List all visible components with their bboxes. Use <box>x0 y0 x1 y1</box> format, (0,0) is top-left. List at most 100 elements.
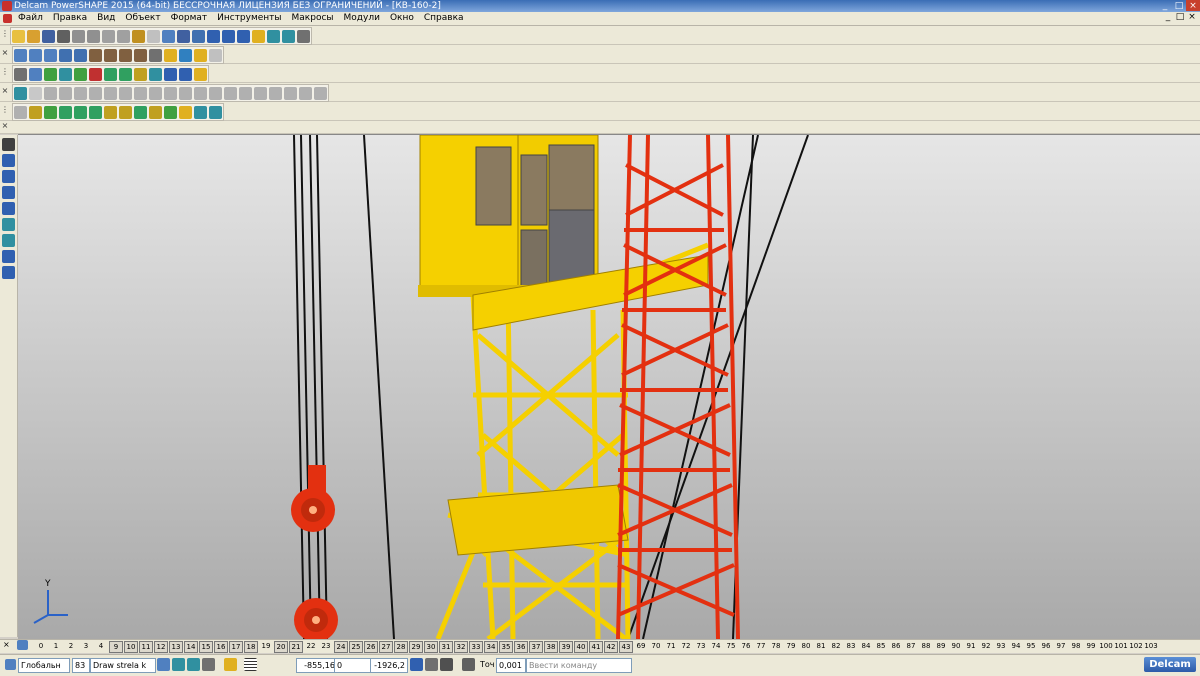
level-73[interactable]: 73 <box>694 641 708 653</box>
surf-cone-icon[interactable] <box>104 105 117 119</box>
wireframe-icon[interactable] <box>179 48 192 62</box>
level-36[interactable]: 36 <box>514 641 528 653</box>
level-71[interactable]: 71 <box>664 641 678 653</box>
wizard-icon[interactable] <box>14 86 27 100</box>
tools-icon[interactable] <box>297 29 310 43</box>
close-toolbar-icon[interactable]: × <box>1 121 9 133</box>
level-80[interactable]: 80 <box>799 641 813 653</box>
solid-box-icon[interactable] <box>44 86 57 100</box>
layer-icon[interactable] <box>202 658 215 671</box>
surf-torus-icon[interactable] <box>134 105 147 119</box>
arc-icon[interactable] <box>2 186 15 199</box>
level-20[interactable]: 20 <box>274 641 288 653</box>
close-toolbar-icon[interactable]: × <box>1 86 9 98</box>
level-77[interactable]: 77 <box>754 641 768 653</box>
solid-tree-icon[interactable] <box>269 86 282 100</box>
surf-curve-icon[interactable] <box>29 105 42 119</box>
zoom-in-icon[interactable] <box>89 48 102 62</box>
solid-bool3-icon[interactable] <box>179 86 192 100</box>
level-18[interactable]: 18 <box>244 641 258 653</box>
line-icon[interactable] <box>192 29 205 43</box>
level-41[interactable]: 41 <box>589 641 603 653</box>
level-32[interactable]: 32 <box>454 641 468 653</box>
solid-sel-icon[interactable] <box>74 86 87 100</box>
level-9[interactable]: 9 <box>109 641 123 653</box>
level-81[interactable]: 81 <box>814 641 828 653</box>
level-75[interactable]: 75 <box>724 641 738 653</box>
tools-icon[interactable] <box>224 658 237 671</box>
circle-icon[interactable] <box>207 29 220 43</box>
green-ball-icon[interactable] <box>74 67 87 81</box>
level-97[interactable]: 97 <box>1054 641 1068 653</box>
view-iso-icon[interactable] <box>44 48 57 62</box>
app-icon[interactable] <box>2 1 12 11</box>
calculator-icon[interactable] <box>14 67 27 81</box>
surface-tool-icon[interactable] <box>2 218 15 231</box>
new-icon[interactable] <box>12 29 25 43</box>
snap-icon[interactable] <box>157 658 170 671</box>
levels-icon[interactable] <box>17 640 28 650</box>
graphics-viewport[interactable]: Y <box>18 134 1200 639</box>
level-100[interactable]: 100 <box>1099 641 1113 653</box>
cut-icon[interactable] <box>72 29 85 43</box>
crane-model-render[interactable]: Y <box>18 135 1200 639</box>
level-34[interactable]: 34 <box>484 641 498 653</box>
grid-icon[interactable] <box>244 658 257 671</box>
level-23[interactable]: 23 <box>319 641 333 653</box>
level-90[interactable]: 90 <box>949 641 963 653</box>
tolerance-field[interactable]: 0,001 <box>496 658 526 673</box>
info-icon[interactable] <box>164 67 177 81</box>
level-69[interactable]: 69 <box>634 641 648 653</box>
coord-z-field[interactable]: -1926,2 <box>370 658 408 673</box>
solid-bool1-icon[interactable] <box>149 86 162 100</box>
table-icon[interactable] <box>410 658 423 671</box>
sphere-icon[interactable] <box>59 67 72 81</box>
level-21[interactable]: 21 <box>289 641 303 653</box>
solid-feat1-icon[interactable] <box>284 86 297 100</box>
level-10[interactable]: 10 <box>124 641 138 653</box>
view-top-icon[interactable] <box>14 48 27 62</box>
grid-snap-icon[interactable] <box>172 658 185 671</box>
surf-blend-icon[interactable] <box>179 105 192 119</box>
red-ball-icon[interactable] <box>89 67 102 81</box>
level-19[interactable]: 19 <box>259 641 273 653</box>
level-39[interactable]: 39 <box>559 641 573 653</box>
mesh-icon[interactable] <box>282 29 295 43</box>
zoom-all-icon[interactable] <box>134 48 147 62</box>
workplane-icon[interactable] <box>462 658 475 671</box>
close-toolbar-icon[interactable]: × <box>3 640 16 653</box>
minimize-button[interactable]: _ <box>1158 0 1172 11</box>
menu-file[interactable]: Файл <box>13 12 48 25</box>
play-icon[interactable] <box>104 67 117 81</box>
surf-power-icon[interactable] <box>164 105 177 119</box>
level-27[interactable]: 27 <box>379 641 393 653</box>
surface-icon[interactable] <box>252 29 265 43</box>
cube-icon[interactable] <box>134 67 147 81</box>
level-91[interactable]: 91 <box>964 641 978 653</box>
redo-icon[interactable] <box>147 29 160 43</box>
level-42[interactable]: 42 <box>604 641 618 653</box>
surf-disc-icon[interactable] <box>89 105 102 119</box>
wire-select-icon[interactable] <box>2 154 15 167</box>
undo-icon[interactable] <box>132 29 145 43</box>
surf-sphere-icon[interactable] <box>119 105 132 119</box>
coord-x-field[interactable]: -855,16 <box>296 658 338 673</box>
box-icon[interactable] <box>179 67 192 81</box>
level-74[interactable]: 74 <box>709 641 723 653</box>
arrow-icon[interactable] <box>119 67 132 81</box>
level-95[interactable]: 95 <box>1024 641 1038 653</box>
grip-icon[interactable]: ⋮ <box>1 29 9 41</box>
solid-feat3-icon[interactable] <box>314 86 327 100</box>
doc-minimize-button[interactable]: _ <box>1162 12 1174 22</box>
level-name-select[interactable]: Draw strela k <box>90 658 156 673</box>
menu-macros[interactable]: Макросы <box>287 12 339 25</box>
level-37[interactable]: 37 <box>529 641 543 653</box>
document-icon[interactable] <box>29 67 42 81</box>
doc-restore-button[interactable]: □ <box>1174 12 1186 22</box>
level-101[interactable]: 101 <box>1114 641 1128 653</box>
surf-cyl-icon[interactable] <box>74 105 87 119</box>
print-icon[interactable] <box>57 29 70 43</box>
frame-icon[interactable] <box>149 67 162 81</box>
level-3[interactable]: 3 <box>79 641 93 653</box>
level-76[interactable]: 76 <box>739 641 753 653</box>
